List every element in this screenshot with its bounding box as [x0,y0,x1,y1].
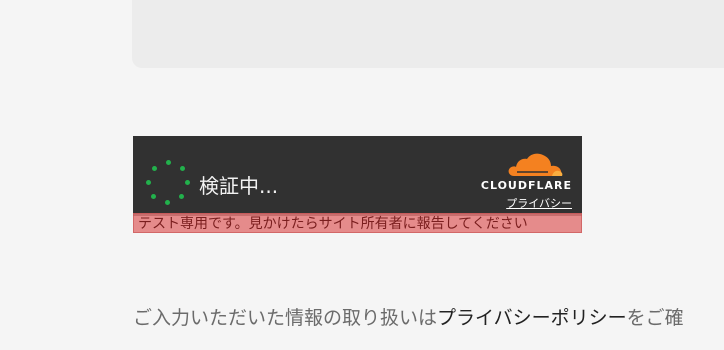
cloudflare-cloud-icon [508,153,563,176]
privacy-notice-suffix: をご確 [626,307,684,329]
cloudflare-wordmark: CLOUDFLARE [480,179,572,192]
top-content-panel [132,0,724,68]
cloudflare-turnstile-widget[interactable]: 検証中... CLOUDFLARE プライバシー [133,136,582,216]
privacy-policy-link[interactable]: プライバシーポリシー [437,307,627,329]
loading-spinner-icon [145,160,191,206]
page: 検証中... CLOUDFLARE プライバシー テスト専用です。見かけたらサイ… [0,0,724,350]
privacy-link[interactable]: プライバシー [506,195,572,211]
privacy-notice-prefix: ご入力いただいた情報の取り扱いは [133,307,438,329]
privacy-notice-text: ご入力いただいた情報の取り扱いはプライバシーポリシーをご確 [133,305,684,331]
verification-status-text: 検証中... [199,174,279,198]
test-mode-banner: テスト専用です。見かけたらサイト所有者に報告してください [133,213,582,233]
cloudflare-brand: CLOUDFLARE プライバシー [460,150,572,216]
